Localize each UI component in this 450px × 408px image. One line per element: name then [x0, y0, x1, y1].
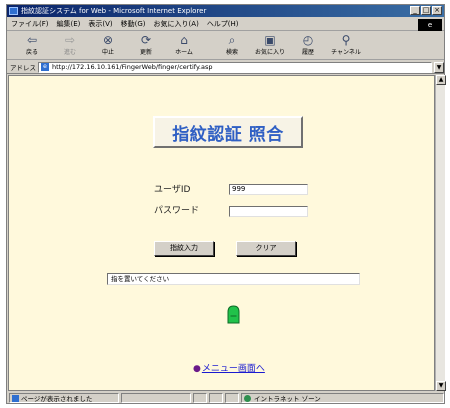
- status-page-icon: [12, 394, 19, 402]
- standard-toolbar: ⇦ 戻る ⇨ 進む ⊗ 中止 ⟳ 更新 ⌂ ホーム ⌕ 検索 ▣ お気に入り ◴: [7, 32, 444, 60]
- menu-go[interactable]: 移動(G): [121, 19, 146, 29]
- channels-icon: ⚲: [341, 33, 351, 47]
- scroll-down-button[interactable]: ▼: [436, 381, 446, 391]
- status-text: ページが表示されました: [21, 395, 93, 403]
- address-dropdown-button[interactable]: ▼: [434, 61, 444, 73]
- status-cell-small-3: [225, 393, 239, 403]
- search-icon: ⌕: [228, 33, 236, 47]
- close-button[interactable]: ×: [432, 6, 442, 15]
- refresh-label: 更新: [139, 49, 152, 56]
- search-label: 検索: [225, 49, 238, 56]
- stop-icon: ⊗: [102, 33, 114, 47]
- menu-file[interactable]: ファイル(F): [11, 19, 49, 29]
- history-button[interactable]: ◴ 履歴: [291, 32, 325, 58]
- status-empty-cell: [121, 393, 191, 403]
- userid-label: ユーザID: [154, 185, 191, 195]
- password-label: パスワード: [154, 206, 200, 216]
- status-text-cell: ページが表示されました: [9, 393, 119, 403]
- back-button[interactable]: ⇦ 戻る: [15, 32, 49, 58]
- window-controls: _ □ ×: [410, 6, 442, 15]
- status-cell-small-2: [209, 393, 223, 403]
- intranet-zone-icon: [244, 394, 251, 402]
- back-arrow-icon: ⇦: [26, 33, 38, 47]
- forward-button[interactable]: ⇨ 進む: [53, 32, 87, 58]
- bullet-icon: ●: [193, 364, 201, 374]
- favorites-folder-icon: ▣: [264, 33, 276, 47]
- home-button[interactable]: ⌂ ホーム: [167, 32, 201, 58]
- home-label: ホーム: [175, 49, 193, 56]
- window-title: 指紋認証システム for Web - Microsoft Internet Ex…: [21, 7, 207, 15]
- favorites-button[interactable]: ▣ お気に入り: [253, 32, 287, 58]
- scroll-up-button[interactable]: ▲: [436, 75, 446, 85]
- clear-button[interactable]: クリア: [236, 241, 296, 256]
- address-bar: アドレス e http://172.16.10.161/FingerWeb/fi…: [7, 61, 444, 74]
- home-icon: ⌂: [180, 33, 188, 47]
- menu-help[interactable]: ヘルプ(H): [207, 19, 239, 29]
- ie-app-icon: [9, 7, 18, 15]
- ie-throbber-icon: e: [418, 19, 442, 31]
- refresh-button[interactable]: ⟳ 更新: [129, 32, 163, 58]
- menu-screen-link[interactable]: ●メニュー画面へ: [193, 361, 265, 374]
- stop-button[interactable]: ⊗ 中止: [91, 32, 125, 58]
- stop-label: 中止: [101, 49, 114, 56]
- zone-text: イントラネット ゾーン: [254, 395, 321, 403]
- minimize-button[interactable]: _: [410, 6, 420, 15]
- search-button[interactable]: ⌕ 検索: [215, 32, 249, 58]
- channels-button[interactable]: ⚲ チャンネル: [329, 32, 363, 58]
- menu-favorites[interactable]: お気に入り(A): [154, 19, 199, 29]
- menu-edit[interactable]: 編集(E): [57, 19, 81, 29]
- menu-bar: ファイル(F) 編集(E) 表示(V) 移動(G) お気に入り(A) ヘルプ(H…: [7, 18, 444, 31]
- maximize-button[interactable]: □: [421, 6, 431, 15]
- message-field: 指を置いてください: [107, 273, 360, 285]
- page-title-box: 指紋認証 照合: [153, 116, 303, 148]
- window-titlebar: 指紋認証システム for Web - Microsoft Internet Ex…: [7, 5, 444, 17]
- refresh-icon: ⟳: [140, 33, 152, 47]
- address-input[interactable]: e http://172.16.10.161/FingerWeb/finger/…: [38, 61, 432, 73]
- userid-input[interactable]: 999: [229, 184, 308, 195]
- history-icon: ◴: [302, 33, 314, 47]
- vertical-scrollbar[interactable]: ▲ ▼: [435, 75, 446, 391]
- channels-label: チャンネル: [331, 49, 361, 56]
- history-label: 履歴: [301, 49, 314, 56]
- forward-label: 進む: [63, 49, 76, 56]
- page-title: 指紋認証 照合: [172, 124, 284, 145]
- fingerprint-input-button[interactable]: 指紋入力: [154, 241, 214, 256]
- finger-sensor-icon: [227, 305, 240, 324]
- browser-window: 指紋認証システム for Web - Microsoft Internet Ex…: [6, 4, 446, 404]
- menu-link-text: メニュー画面へ: [201, 364, 265, 374]
- menu-view[interactable]: 表示(V): [88, 19, 112, 29]
- status-bar: ページが表示されました イントラネット ゾーン: [7, 392, 444, 404]
- status-cell-small-1: [193, 393, 207, 403]
- page-icon: e: [41, 63, 49, 71]
- zone-cell: イントラネット ゾーン: [241, 393, 444, 403]
- address-url: http://172.16.10.161/FingerWeb/finger/ce…: [52, 63, 213, 71]
- address-label: アドレス: [10, 64, 36, 72]
- password-input[interactable]: [229, 206, 308, 217]
- forward-arrow-icon: ⇨: [64, 33, 76, 47]
- back-label: 戻る: [25, 49, 38, 56]
- favorites-label: お気に入り: [254, 49, 285, 56]
- page-content: 指紋認証 照合 ユーザID 999 パスワード 指紋入力 クリア 指を置いてくだ…: [8, 75, 435, 391]
